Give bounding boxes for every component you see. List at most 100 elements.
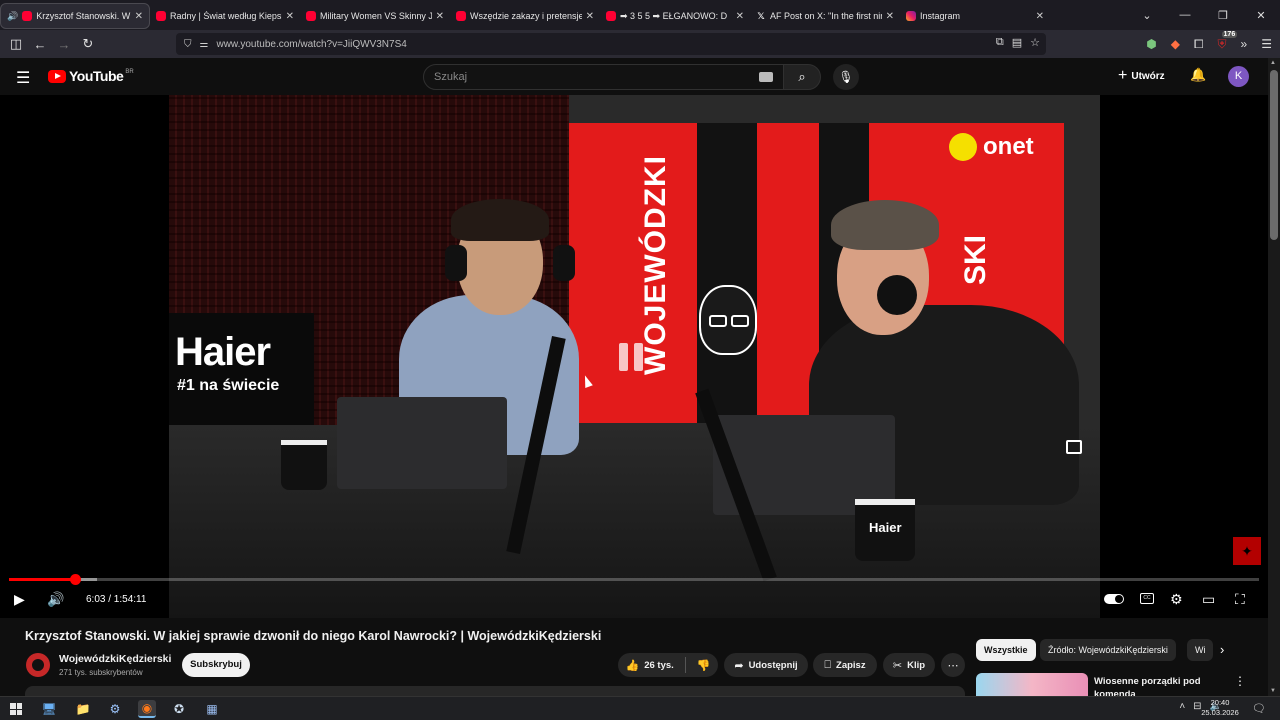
- steam-icon[interactable]: ⚙: [106, 700, 124, 718]
- firefox-icon[interactable]: ◉: [138, 700, 156, 718]
- address-bar[interactable]: ⛉ ⚌ www.youtube.com/watch?v=JiiQWV3N7S4 …: [176, 33, 1046, 55]
- subscribe-button[interactable]: Subskrybuj: [182, 653, 250, 677]
- progress-bar[interactable]: [9, 574, 1259, 585]
- thumbs-up-icon: 👍: [625, 659, 640, 672]
- tab-close-icon[interactable]: ✕: [886, 11, 894, 22]
- fullscreen-icon[interactable]: ⛶: [1235, 591, 1245, 608]
- settings-gear-icon[interactable]: ⚙: [1170, 591, 1183, 608]
- tab-close-icon[interactable]: ✕: [586, 11, 594, 22]
- browser-tab[interactable]: 𝕏 AF Post on X: "In the first nine m ✕: [750, 3, 900, 29]
- browser-tab[interactable]: Radny | Świat według Kiepskich ✕: [150, 3, 300, 29]
- notifications-bell-icon[interactable]: 🔔: [1190, 67, 1206, 83]
- tab-close-icon[interactable]: ✕: [736, 11, 744, 22]
- scrubber-handle[interactable]: [70, 574, 82, 585]
- clock[interactable]: 20:40 25.03.2026: [1196, 698, 1244, 718]
- recommendation-title[interactable]: Wiosenne porządki pod komendą: [1094, 675, 1214, 696]
- guide-menu-icon[interactable]: ☰: [16, 68, 30, 88]
- tab-close-icon[interactable]: ✕: [286, 11, 294, 22]
- youtube-logo[interactable]: YouTube BR: [48, 68, 134, 84]
- keyboard-icon[interactable]: [759, 72, 773, 82]
- bookmark-star-icon[interactable]: ☆: [1030, 36, 1040, 49]
- notifications-icon[interactable]: 🗨: [1252, 702, 1266, 715]
- sidebar-toggle-icon[interactable]: ◫: [4, 36, 28, 52]
- scroll-down-arrow-icon[interactable]: ▼: [1270, 688, 1276, 694]
- file-explorer-icon[interactable]: 📁: [74, 700, 92, 718]
- chip-next[interactable]: Wi: [1187, 639, 1213, 661]
- desktop-icon[interactable]: 🖥: [40, 700, 58, 718]
- overflow-chevron-icon[interactable]: »: [1241, 37, 1248, 51]
- account-avatar[interactable]: K: [1228, 66, 1249, 87]
- description-box[interactable]: [25, 686, 965, 696]
- miniplayer-icon[interactable]: [1066, 440, 1082, 454]
- permissions-icon[interactable]: ⚌: [200, 39, 209, 50]
- channel-watermark-icon[interactable]: ✦: [1233, 537, 1261, 565]
- volume-icon[interactable]: 🔊: [47, 591, 64, 608]
- like-button[interactable]: 👍 26 tys.: [626, 659, 674, 672]
- subtitles-icon[interactable]: CC: [1140, 593, 1154, 604]
- recommendation-thumbnail[interactable]: [976, 673, 1088, 696]
- tab-title: Krzysztof Stanowski. W jaki: [36, 11, 131, 21]
- browser-tab[interactable]: Wszędzie zakazy i pretensje! Lu ✕: [450, 3, 600, 29]
- tab-close-icon[interactable]: ✕: [1036, 11, 1044, 22]
- autoplay-toggle[interactable]: [1104, 594, 1124, 604]
- channel-name[interactable]: WojewódzkiKędzierski: [59, 653, 171, 665]
- search-button[interactable]: ⌕: [783, 64, 821, 90]
- back-icon[interactable]: ←: [28, 37, 52, 52]
- scroll-up-arrow-icon[interactable]: ▲: [1270, 60, 1276, 66]
- browser-tab[interactable]: 🔊 Krzysztof Stanowski. W jaki ✕: [0, 3, 150, 29]
- tab-title: ➡ 3 5 5 ➡ EŁGANOWO: D: [620, 10, 728, 21]
- tab-audio-icon[interactable]: 🔊: [7, 11, 18, 22]
- clip-button[interactable]: ✂ Klip: [883, 653, 935, 677]
- search-icon: ⌕: [798, 69, 806, 84]
- thumbs-down-icon[interactable]: 👎: [697, 659, 711, 672]
- theater-mode-icon[interactable]: ▭: [1202, 591, 1215, 608]
- reader-view-icon[interactable]: ▤: [1012, 36, 1022, 49]
- channel-avatar[interactable]: [26, 653, 50, 677]
- close-window-icon[interactable]: ✕: [1242, 9, 1280, 22]
- restore-icon[interactable]: ❐: [1204, 9, 1242, 22]
- calculator-icon[interactable]: ▦: [203, 700, 221, 718]
- browser-tab[interactable]: ➡ 3 5 5 ➡ EŁGANOWO: D ✕: [600, 3, 750, 29]
- minimize-icon[interactable]: —: [1166, 9, 1204, 21]
- app-icon[interactable]: ✪: [170, 700, 188, 718]
- menu-icon[interactable]: ☰: [1261, 37, 1272, 51]
- tab-list: 🔊Krzysztof Stanowski. W jaki✕Radny | Świ…: [0, 1, 1050, 29]
- picture-in-picture-icon[interactable]: ⧉: [996, 36, 1004, 49]
- chip-all[interactable]: Wszystkie: [976, 639, 1036, 661]
- more-actions-button[interactable]: ⋯: [941, 653, 965, 677]
- extension-ublock-icon[interactable]: ⛨ 176: [1218, 30, 1238, 52]
- more-vert-icon[interactable]: ⋮: [1234, 674, 1246, 688]
- voice-search-button[interactable]: 🎙: [833, 64, 859, 90]
- tab-list-chevron-icon[interactable]: ⌄: [1128, 9, 1166, 22]
- browser-tab[interactable]: Instagram ✕: [900, 3, 1050, 29]
- extension-shield-icon[interactable]: ⬢: [1146, 37, 1156, 51]
- share-button[interactable]: ➦ Udostępnij: [724, 653, 808, 677]
- show-name-left: WOJEWÓDZKI: [639, 155, 672, 375]
- tab-close-icon[interactable]: ✕: [135, 11, 143, 22]
- extensions-puzzle-icon[interactable]: ⧠: [1194, 37, 1204, 52]
- video-frame[interactable]: WOJEWÓDZKI SKI onet Haier #1 na świecie …: [169, 95, 1100, 618]
- extension-fox-icon[interactable]: ◆: [1171, 37, 1180, 51]
- windows-start-icon[interactable]: [10, 703, 22, 715]
- url-text[interactable]: www.youtube.com/watch?v=JiiQWV3N7S4: [216, 39, 406, 50]
- reload-icon[interactable]: ↻: [76, 36, 100, 52]
- forward-icon[interactable]: →: [52, 37, 76, 52]
- mug-left: [281, 440, 327, 490]
- page-scrollbar[interactable]: ▲ ▼: [1268, 58, 1280, 696]
- create-button[interactable]: + Utwórz: [1118, 67, 1165, 85]
- play-icon[interactable]: ▶: [14, 591, 25, 608]
- save-button[interactable]: ⎕ Zapisz: [813, 653, 877, 677]
- more-dots-icon: ⋯: [947, 659, 959, 672]
- chevron-right-icon[interactable]: ›: [1220, 642, 1224, 657]
- video-player[interactable]: WOJEWÓDZKI SKI onet Haier #1 na świecie …: [0, 95, 1268, 618]
- tray-chevron-icon[interactable]: ˄: [1179, 701, 1185, 712]
- shield-icon[interactable]: ⛉: [184, 39, 192, 50]
- chip-from-channel[interactable]: Źródło: WojewódzkiKędzierski: [1040, 639, 1176, 661]
- browser-tab[interactable]: Military Women VS Skinny Joes ✕: [300, 3, 450, 29]
- youtube-icon: [22, 11, 33, 21]
- tab-close-icon[interactable]: ✕: [436, 11, 444, 22]
- search-placeholder: Szukaj: [434, 71, 468, 83]
- headphone-icon: [877, 275, 917, 315]
- scrollbar-thumb[interactable]: [1270, 70, 1278, 240]
- search-input[interactable]: Szukaj: [423, 64, 786, 90]
